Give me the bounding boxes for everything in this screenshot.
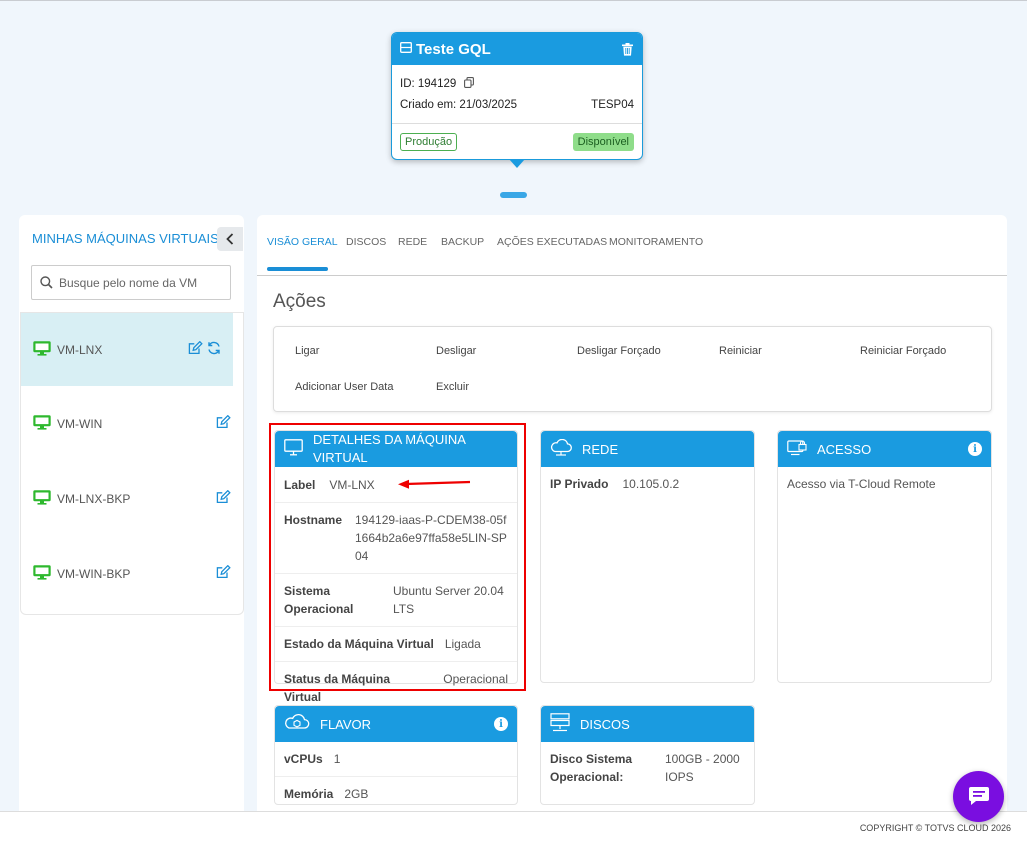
action-desligar[interactable]: Desligar <box>436 345 476 357</box>
tab-visao-geral[interactable]: VISÃO GERAL <box>267 236 338 248</box>
info-icon[interactable]: i <box>968 442 982 456</box>
vm-list: VM-LNX VM-WIN VM-LNX-BKP VM-WIN-BKP <box>20 312 244 615</box>
tab-bar: VISÃO GERAL DISCOS REDE BACKUP AÇÕES EXE… <box>257 215 1007 276</box>
footer: COPYRIGHT © TOTVS CLOUD 2026 <box>0 811 1027 847</box>
search-icon <box>40 276 53 289</box>
disk-key: Disco Sistema Operacional: <box>550 752 633 784</box>
edit-icon[interactable] <box>216 489 231 507</box>
action-ligar[interactable]: Ligar <box>295 345 319 357</box>
acoes-heading: Ações <box>273 291 326 312</box>
ip-value: 10.105.0.2 <box>622 477 680 491</box>
rede-card: REDE IP Privado 10.105.0.2 <box>540 430 755 683</box>
lock-monitor-icon <box>787 439 807 459</box>
collapse-sidebar-button[interactable] <box>217 227 243 251</box>
action-reiniciar[interactable]: Reiniciar <box>719 345 762 357</box>
arrow-annotation <box>398 479 471 489</box>
vm-list-item-name: VM-WIN <box>57 416 103 431</box>
vm-list-item[interactable]: VM-LNX <box>21 313 233 386</box>
sidebar-title: MINHAS MÁQUINAS VIRTUAIS <box>32 231 219 246</box>
server-disk-icon <box>550 713 570 735</box>
flavor-card: FLAVOR i vCPUs 1 Memória 2GB <box>274 705 518 805</box>
acoes-box: Ligar Desligar Desligar Forçado Reinicia… <box>273 326 992 412</box>
vm-sidebar: MINHAS MÁQUINAS VIRTUAIS VM-LNX VM-WIN V… <box>19 215 244 835</box>
chat-button[interactable] <box>953 771 1004 822</box>
vcpu-value: 1 <box>333 752 341 766</box>
acesso-text: Acesso via T-Cloud Remote <box>787 477 936 491</box>
monitor-icon <box>33 489 51 508</box>
discos-card-header: DISCOS <box>541 706 754 742</box>
acesso-card-header: ACESSO i <box>778 431 991 467</box>
vm-node-header: Teste GQL <box>392 33 642 65</box>
search-input[interactable] <box>59 275 219 290</box>
highlight-box <box>269 423 526 691</box>
info-icon[interactable]: i <box>494 717 508 731</box>
cloud-network-icon <box>550 438 572 460</box>
status-badge: Disponível <box>572 133 634 151</box>
server-icon <box>400 42 412 56</box>
zoom-handle[interactable] <box>500 192 527 198</box>
disk-value: 100GB - 2000 IOPS <box>665 752 740 784</box>
top-divider <box>0 0 1027 1</box>
tab-rede[interactable]: REDE <box>398 236 427 248</box>
discos-card-title: DISCOS <box>580 716 630 732</box>
acesso-card: ACESSO i Acesso via T-Cloud Remote <box>777 430 992 683</box>
tab-acoes-executadas[interactable]: AÇÕES EXECUTADAS <box>497 236 607 248</box>
vm-list-item-name: VM-WIN-BKP <box>57 566 131 581</box>
copy-icon[interactable] <box>464 76 475 91</box>
active-tab-indicator <box>267 267 328 271</box>
chat-icon <box>968 787 989 805</box>
vcpu-key: vCPUs <box>284 752 323 766</box>
flavor-card-title: FLAVOR <box>320 716 372 732</box>
rede-card-header: REDE <box>541 431 754 467</box>
vm-list-item-name: VM-LNX-BKP <box>57 491 131 506</box>
action-excluir[interactable]: Excluir <box>436 381 469 393</box>
refresh-icon[interactable] <box>207 341 221 358</box>
vm-list-item[interactable]: VM-LNX-BKP <box>21 461 243 536</box>
trash-icon[interactable] <box>620 42 634 56</box>
vm-node-pointer <box>509 159 525 168</box>
rede-card-title: REDE <box>582 441 619 457</box>
vm-node-title: Teste GQL <box>416 40 491 58</box>
discos-card: DISCOS Disco Sistema Operacional: 100GB … <box>540 705 755 805</box>
memoria-key: Memória <box>284 787 334 801</box>
vm-list-item[interactable]: VM-WIN <box>21 386 243 461</box>
vm-list-item-name: VM-LNX <box>57 342 103 357</box>
ip-key: IP Privado <box>550 477 609 491</box>
acesso-card-title: ACESSO <box>817 441 872 457</box>
vm-node-id: ID: 194129 <box>400 77 457 90</box>
chevron-left-icon <box>226 233 234 245</box>
tab-monitoramento[interactable]: MONITORAMENTO <box>609 236 703 248</box>
vm-search-field[interactable] <box>31 265 231 300</box>
vm-node-created: Criado em: 21/03/2025 <box>400 98 517 111</box>
monitor-icon <box>33 414 51 433</box>
flavor-card-header: FLAVOR i <box>275 706 517 742</box>
edit-icon[interactable] <box>216 564 231 582</box>
action-reiniciar-forcado[interactable]: Reiniciar Forçado <box>860 345 946 357</box>
edit-icon[interactable] <box>216 414 231 432</box>
monitor-icon <box>33 564 51 583</box>
action-desligar-forcado[interactable]: Desligar Forçado <box>577 345 661 357</box>
environment-badge: Produção <box>400 133 458 151</box>
cloud-cube-icon <box>284 713 310 735</box>
vm-node-site: TESP04 <box>591 98 634 111</box>
memoria-value: 2GB <box>344 787 369 801</box>
tab-backup[interactable]: BACKUP <box>441 236 484 248</box>
copyright-text: COPYRIGHT © TOTVS CLOUD 2026 <box>859 823 1011 833</box>
action-adicionar-user-data[interactable]: Adicionar User Data <box>295 381 393 393</box>
tab-discos[interactable]: DISCOS <box>346 236 386 248</box>
vm-node-card[interactable]: Teste GQL ID: 194129 Criado em: 21/03/20… <box>391 32 643 160</box>
vm-list-item[interactable]: VM-WIN-BKP <box>21 536 243 611</box>
edit-icon[interactable] <box>188 340 203 358</box>
monitor-icon <box>33 340 51 359</box>
